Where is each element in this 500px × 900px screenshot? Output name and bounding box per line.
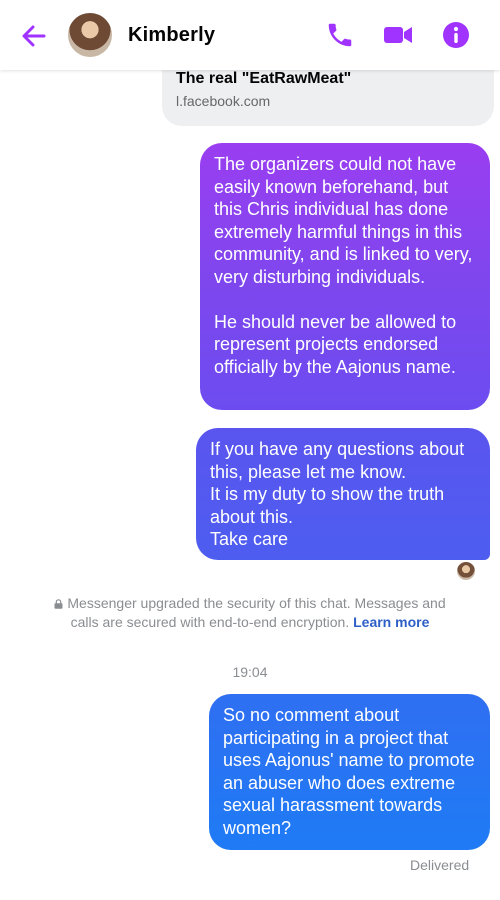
- timestamp: 19:04: [232, 664, 268, 680]
- security-notice: Messenger upgraded the security of this …: [40, 594, 460, 632]
- link-preview-domain: l.facebook.com: [176, 93, 271, 109]
- message-bubble-outgoing[interactable]: The organizers could not have easily kno…: [200, 143, 490, 410]
- delivery-status: Delivered: [410, 857, 470, 873]
- learn-more-link[interactable]: Learn more: [353, 614, 429, 630]
- read-receipt-avatar: [457, 562, 475, 580]
- back-arrow-icon[interactable]: [18, 20, 50, 52]
- phone-icon[interactable]: [325, 20, 355, 50]
- link-preview-title: The real "EatRawMeat": [176, 70, 352, 87]
- contact-name[interactable]: Kimberly: [128, 24, 215, 47]
- chat-header: Kimberly: [0, 0, 500, 70]
- lock-icon: [54, 595, 63, 609]
- message-bubble-outgoing[interactable]: If you have any questions about this, pl…: [196, 428, 490, 560]
- message-bubble-outgoing[interactable]: So no comment about participating in a p…: [209, 694, 490, 850]
- avatar[interactable]: [68, 13, 112, 57]
- video-camera-icon[interactable]: [382, 20, 412, 50]
- info-icon[interactable]: [441, 20, 471, 50]
